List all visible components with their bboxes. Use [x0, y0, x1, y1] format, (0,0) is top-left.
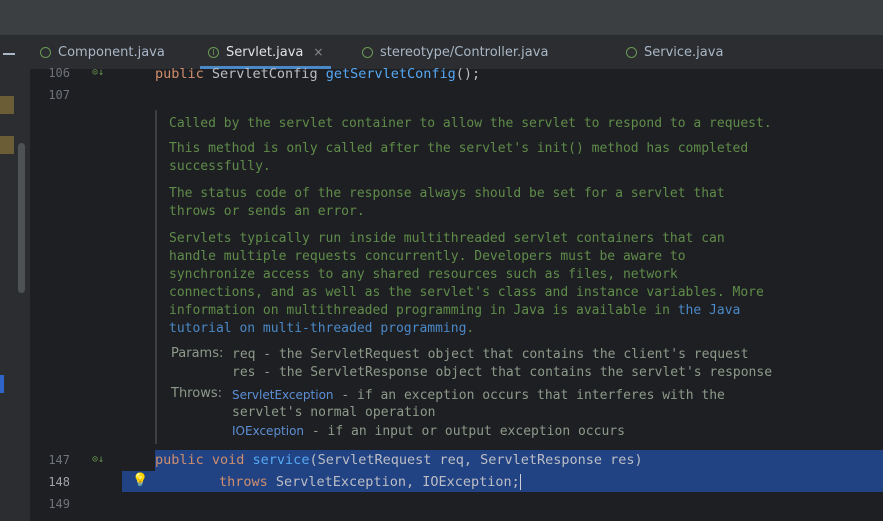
doc-link[interactable]: tutorial on multi-threaded programming — [169, 321, 466, 336]
throws-servletexception: ServletException - if an exception occur… — [232, 386, 725, 405]
tab-label: Servlet.java — [226, 44, 304, 60]
doc-text: . — [466, 321, 475, 336]
keyword: throws — [219, 474, 276, 490]
tab-label: stereotype/Controller.java — [380, 44, 549, 60]
doc-text: information on multithreaded programming… — [169, 302, 740, 320]
doc-text: connections, and as well as the servlet'… — [169, 285, 764, 300]
doc-link[interactable]: the Java — [678, 303, 741, 318]
parameters: (ServletRequest req, ServletResponse res… — [309, 452, 643, 468]
param-res: res - the ServletResponse object that co… — [232, 365, 773, 380]
doc-text: throws or sends an error. — [169, 204, 365, 219]
code-editor[interactable]: 106 ⊙↓ 107 147 ⊙↓ 148 149 💡 public Servl… — [30, 66, 883, 521]
throws-ioexception: IOException - if an input or output exce… — [232, 422, 625, 441]
collapse-icon[interactable] — [3, 53, 15, 55]
code-line-147: public void service(ServletRequest req, … — [155, 449, 643, 471]
interface-icon: I — [208, 46, 219, 58]
doc-text: successfully. — [169, 159, 271, 174]
doc-text: - if an exception occurs that interferes… — [333, 388, 725, 403]
doc-text: tutorial on multi-threaded programming. — [169, 320, 474, 338]
doc-text: Called by the servlet container to allow… — [169, 116, 772, 131]
highlight-marker — [0, 136, 14, 154]
doc-link[interactable]: ServletException — [232, 388, 334, 402]
implemented-method-icon[interactable]: ⊙↓ — [92, 454, 104, 465]
tab-component-java[interactable]: Component.java — [40, 35, 165, 69]
type: ServletConfig — [211, 66, 326, 82]
tab-label: Service.java — [644, 44, 724, 60]
line-number: 107 — [48, 88, 70, 102]
doc-text: Servlets typically run inside multithrea… — [169, 231, 725, 246]
doc-link[interactable]: IOException — [232, 424, 304, 438]
doc-text: - if an input or output exception occurs — [304, 424, 625, 439]
code-line-106: public ServletConfig getServletConfig(); — [155, 63, 480, 85]
scrollbar[interactable] — [18, 143, 25, 293]
selection-marker — [0, 375, 4, 393]
keyword: public void — [155, 452, 253, 468]
line-number: 148 — [48, 475, 70, 489]
line-gutter: 106 ⊙↓ 107 147 ⊙↓ 148 149 — [30, 66, 122, 521]
line-number: 149 — [48, 497, 70, 511]
doc-text: information on multithreaded programming… — [169, 303, 678, 318]
highlight-marker — [0, 96, 14, 114]
line-number: 147 — [48, 453, 70, 467]
doc-text: This method is only called after the ser… — [169, 141, 749, 156]
throws-label: Throws: — [171, 386, 222, 401]
param-req: req - the ServletRequest object that con… — [232, 347, 749, 362]
tab-service-java[interactable]: Service.java — [626, 35, 723, 69]
text-caret — [519, 474, 521, 490]
close-icon[interactable]: × — [313, 45, 323, 59]
params-label: Params: — [171, 346, 224, 361]
method-name: getServletConfig — [325, 66, 456, 82]
exceptions: ServletException, IOException; — [275, 474, 520, 490]
code-line-148: throws ServletException, IOException; — [219, 471, 521, 493]
doc-text: synchronize access to any shared resourc… — [169, 267, 678, 282]
annotation-icon — [626, 46, 637, 58]
keyword: public — [155, 66, 212, 82]
annotation-icon — [40, 46, 51, 58]
punctuation: (); — [455, 66, 481, 82]
method-name: service — [252, 452, 310, 468]
project-panel-edge — [0, 35, 31, 521]
line-number: 106 — [48, 66, 70, 80]
rendered-javadoc: Called by the servlet container to allow… — [155, 110, 883, 444]
doc-text: servlet's normal operation — [232, 405, 436, 420]
implemented-method-icon[interactable]: ⊙↓ — [92, 67, 104, 78]
tab-label: Component.java — [58, 44, 165, 60]
doc-text: The status code of the response always s… — [169, 186, 725, 201]
annotation-icon — [362, 46, 373, 58]
title-bar — [0, 0, 883, 35]
doc-text: handle multiple requests concurrently. D… — [169, 249, 686, 264]
